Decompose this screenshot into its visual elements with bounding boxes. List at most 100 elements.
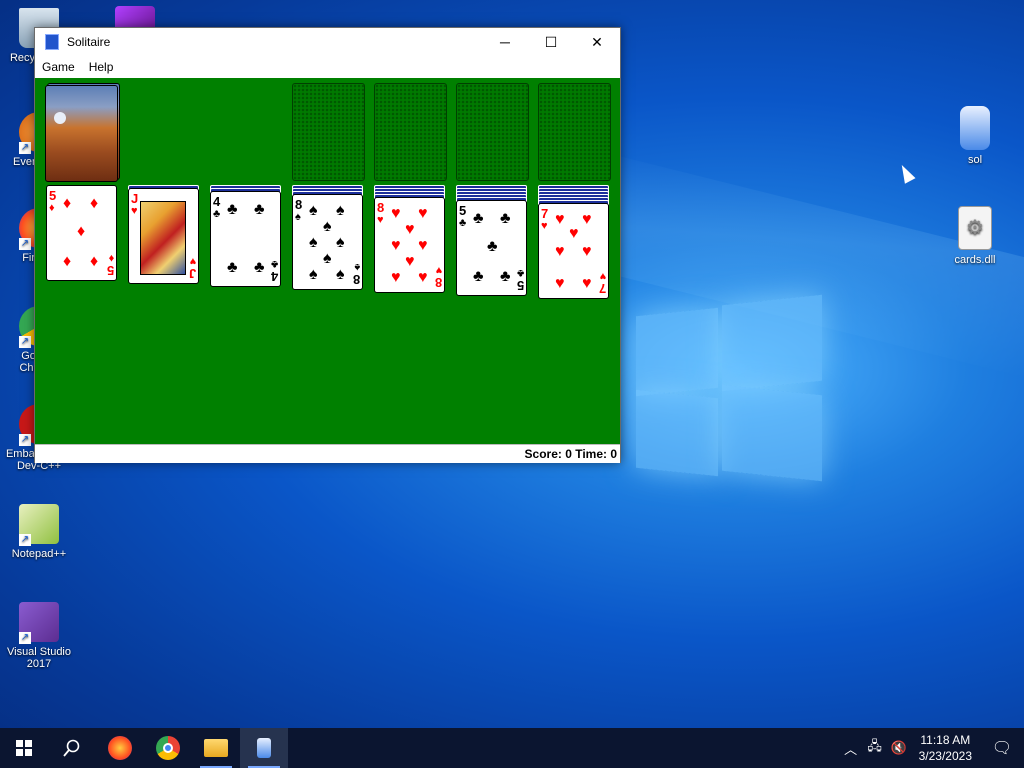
windows-logo-wallpaper (636, 290, 822, 482)
card-5-diamonds[interactable]: 5 ♦ ♦ ♦ ♦ ♦ ♦ 5 ♦ (46, 185, 117, 281)
taskbar: ︿ 🖧 🔇 11:18 AM 3/23/2023 🗨 (0, 728, 1024, 768)
firefox-icon (108, 736, 132, 760)
card-suit-index: ♥ (189, 255, 196, 267)
card-8-spades[interactable]: 8 ♠ ♠ ♠ ♠ ♠ ♠ ♠ ♠ ♠ 8 ♠ (292, 194, 363, 290)
clock[interactable]: 11:18 AM 3/23/2023 (911, 732, 980, 764)
card-7-hearts[interactable]: 7 ♥ ♥ ♥ ♥ ♥ ♥ ♥ ♥ 7 ♥ (538, 203, 609, 299)
card-suit-index: ♣ (516, 267, 524, 279)
card-suit-index: ♥ (599, 270, 606, 282)
card-suit-index: ♠ (295, 211, 301, 223)
taskbar-firefox[interactable] (96, 728, 144, 768)
card-rank-inverted: 7 ♥ (598, 270, 606, 296)
card-rank-inverted: 8 ♠ (352, 261, 360, 287)
card-rank-inverted: 8 ♥ (434, 264, 442, 290)
stock-top-card[interactable] (45, 85, 118, 182)
notepadpp-icon: ↗ (19, 504, 59, 546)
jack-portrait-icon (140, 201, 186, 275)
card-suit-index: ♣ (270, 258, 278, 270)
card-suit-index: ♥ (377, 214, 384, 226)
volume-muted-icon[interactable]: 🔇 (887, 740, 911, 756)
start-icon (16, 740, 32, 756)
desktop-icon-label: sol (967, 154, 983, 166)
card-rank-inverted: 4 ♣ (270, 258, 278, 284)
minimize-icon: ─ (500, 34, 510, 50)
menu-bar: Game Help (35, 56, 620, 78)
shortcut-arrow-icon: ↗ (19, 632, 31, 644)
card-rank: 8 ♠ (295, 197, 303, 223)
chrome-icon (156, 736, 180, 760)
shortcut-arrow-icon: ↗ (19, 142, 31, 154)
search-button[interactable] (48, 728, 96, 768)
close-icon: ✕ (591, 33, 603, 50)
desktop-icon-sol[interactable]: sol (938, 106, 1012, 166)
game-table[interactable]: 5♦ ♦♦ ♦ ♦♦ 5♦ J♥ J♥ 4♣ ♣♣ ♣♣ 4 (35, 78, 620, 444)
clock-date: 3/23/2023 (918, 749, 972, 763)
card-suit-index: ♦ (49, 202, 55, 214)
shortcut-arrow-icon: ↗ (19, 336, 31, 348)
visual-studio-icon: ↗ (19, 602, 59, 644)
maximize-icon: ☐ (544, 33, 558, 50)
file-explorer-icon (204, 739, 228, 757)
maximize-button[interactable]: ☐ (528, 28, 574, 56)
taskbar-solitaire[interactable] (240, 728, 288, 768)
taskbar-chrome[interactable] (144, 728, 192, 768)
card-rank-inverted: 5 ♦ (106, 252, 114, 278)
desktop-icon-visual-studio[interactable]: ↗ Visual Studio 2017 (2, 602, 76, 670)
card-jack-hearts[interactable]: J ♥ J ♥ (128, 188, 199, 284)
desktop-icon-notepadpp[interactable]: ↗ Notepad++ (2, 504, 76, 560)
sol-exe-icon (960, 106, 990, 150)
card-suit-index: ♦ (108, 252, 114, 264)
score-time-status: Score: 0 Time: 0 (524, 447, 617, 461)
start-button[interactable] (0, 728, 48, 768)
shortcut-arrow-icon: ↗ (19, 434, 31, 446)
card-suit-index: ♥ (541, 220, 548, 232)
chevron-up-icon[interactable]: ︿ (839, 739, 863, 758)
moon-icon (54, 112, 66, 124)
minimize-button[interactable]: ─ (482, 28, 528, 56)
card-suit-index: ♥ (131, 205, 138, 217)
window-title: Solitaire (67, 35, 111, 49)
card-rank: 4 ♣ (213, 194, 221, 220)
foundation-slot-3[interactable] (456, 83, 529, 181)
desktop-icon-cards-dll[interactable]: ⚙ cards.dll (938, 206, 1012, 266)
card-rank: J ♥ (131, 191, 139, 217)
foundation-slot-4[interactable] (538, 83, 611, 181)
network-icon[interactable]: 🖧 (863, 737, 887, 759)
title-bar[interactable]: Solitaire ─ ☐ ✕ (35, 28, 620, 56)
foundation-slot-2[interactable] (374, 83, 447, 181)
solitaire-app-icon (45, 34, 59, 50)
dll-file-icon: ⚙ (958, 206, 992, 250)
card-8-hearts[interactable]: 8 ♥ ♥ ♥ ♥ ♥ ♥ ♥ ♥ ♥ 8 ♥ (374, 197, 445, 293)
shortcut-arrow-icon: ↗ (19, 534, 31, 546)
card-5-clubs[interactable]: 5 ♣ ♣ ♣ ♣ ♣ ♣ 5 ♣ (456, 200, 527, 296)
taskbar-file-explorer[interactable] (192, 728, 240, 768)
solitaire-window[interactable]: Solitaire ─ ☐ ✕ Game Help 5 ♦ ♦ ♦ ♦ ♦ ♦ 5 ♦ (34, 27, 621, 463)
card-rank-inverted: J ♥ (188, 255, 196, 281)
menu-help[interactable]: Help (82, 60, 121, 74)
solitaire-icon (257, 738, 271, 758)
card-suit-index: ♠ (354, 261, 360, 273)
card-rank: 5 ♦ (49, 188, 57, 214)
card-4-clubs[interactable]: 4 ♣ ♣ ♣ ♣ ♣ 4 ♣ (210, 191, 281, 287)
notification-icon: 🗨 (991, 740, 1013, 757)
notification-center-button[interactable]: 🗨 (980, 738, 1024, 758)
card-rank: 5 ♣ (459, 203, 467, 229)
desktop-icon-label: cards.dll (954, 254, 996, 266)
card-rank: 7 ♥ (541, 206, 549, 232)
close-button[interactable]: ✕ (574, 28, 620, 56)
mouse-cursor-icon (896, 162, 916, 184)
card-suit-index: ♣ (213, 208, 221, 220)
card-rank: 8 ♥ (377, 200, 385, 226)
desktop-icon-label: Visual Studio 2017 (6, 646, 71, 670)
search-icon (63, 739, 80, 757)
card-suit-index: ♥ (435, 264, 442, 276)
menu-game[interactable]: Game (35, 60, 82, 74)
card-suit-index: ♣ (459, 217, 467, 229)
card-rank-inverted: 5 ♣ (516, 267, 524, 293)
shortcut-arrow-icon: ↗ (19, 238, 31, 250)
foundation-slot-1[interactable] (292, 83, 365, 181)
system-tray: ︿ 🖧 🔇 11:18 AM 3/23/2023 🗨 (839, 728, 1024, 768)
desktop-icon-label: Notepad++ (11, 548, 67, 560)
clock-time: 11:18 AM (920, 733, 971, 747)
status-bar: Score: 0 Time: 0 (35, 444, 620, 463)
